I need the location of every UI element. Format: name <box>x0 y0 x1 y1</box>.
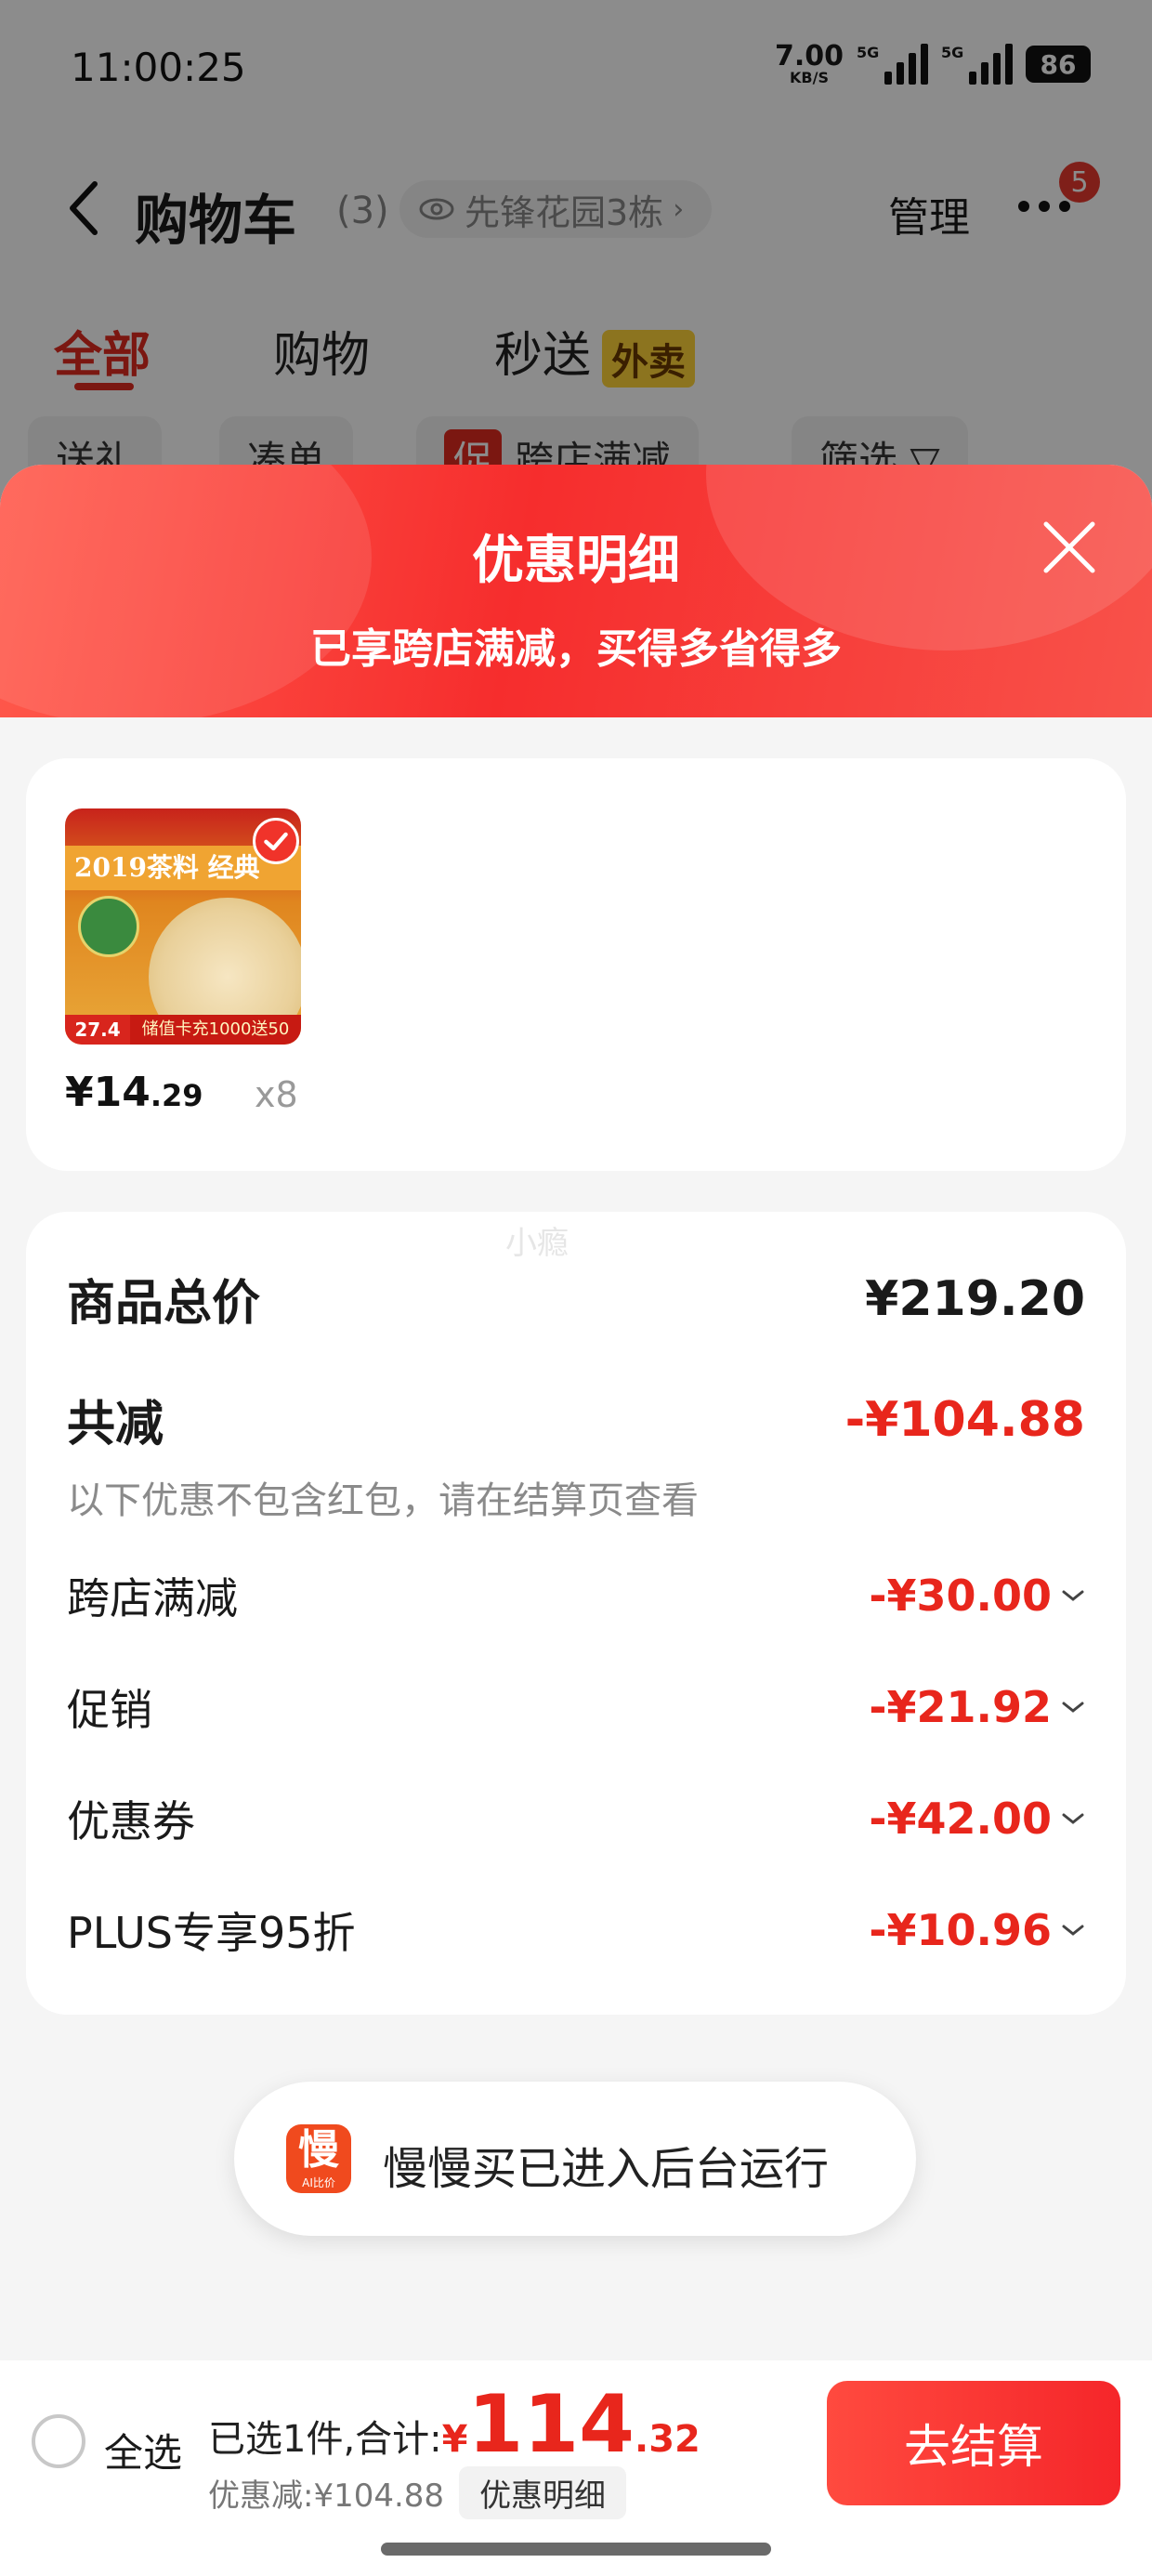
watermark: 小瘾 <box>505 1225 569 1262</box>
total-decimal: .32 <box>635 2418 700 2461</box>
discount-detail-button[interactable]: 优惠明细 <box>459 2466 627 2519</box>
modal-overlay[interactable] <box>0 0 1152 520</box>
discount-summary-text: 优惠减:¥104.88 <box>208 2477 445 2515</box>
selected-text: 已选1件,合计: <box>208 2418 442 2461</box>
product-image-price: 27.4 <box>65 1015 130 1045</box>
product-quantity: x8 <box>255 1074 298 1115</box>
discount-item-label: 促销 <box>67 1685 152 1735</box>
discount-note: 以下优惠不包含红包，请在结算页查看 <box>67 1479 699 1522</box>
seal-graphic <box>78 896 139 957</box>
total-amount: ¥219.20 <box>865 1270 1085 1327</box>
discount-amount: -¥104.88 <box>844 1391 1085 1448</box>
total-integer: 114 <box>467 2378 635 2471</box>
discount-summary: 优惠减:¥104.88 优惠明细 <box>208 2466 627 2519</box>
price-detail-card: 小瘾 商品总价 ¥219.20 共减 -¥104.88 以下优惠不包含红包，请在… <box>26 1212 1126 2015</box>
select-all-checkbox[interactable] <box>32 2414 85 2468</box>
product-card: 2019茶料 经典 27.4 储值卡充1000送50 ¥14.29 x8 <box>26 758 1126 1171</box>
sheet-title: 优惠明细 <box>472 531 680 591</box>
product-image-promo: 储值卡充1000送50 <box>130 1015 301 1045</box>
discount-item-label: 跨店满减 <box>67 1573 238 1623</box>
discount-label: 共减 <box>67 1397 164 1452</box>
discount-item-row[interactable]: PLUS专享95折 -¥10.96 <box>67 1899 1085 1961</box>
checkout-button[interactable]: 去结算 <box>827 2381 1120 2505</box>
discount-item-amount: -¥30.00 <box>869 1571 1052 1621</box>
chevron-down-icon <box>1062 1590 1084 1601</box>
total-row: 商品总价 ¥219.20 <box>67 1264 1085 1334</box>
app-logo-subtext: AI比价 <box>302 2176 335 2189</box>
home-indicator[interactable] <box>381 2543 771 2556</box>
chevron-down-icon <box>1062 1813 1084 1824</box>
close-icon[interactable] <box>1037 515 1102 580</box>
discount-item-amount: -¥10.96 <box>869 1905 1052 1955</box>
app-logo-icon: 慢 AI比价 <box>286 2124 351 2193</box>
chevron-down-icon <box>1062 1925 1084 1936</box>
discount-item-row[interactable]: 促销 -¥21.92 <box>67 1676 1085 1738</box>
total-label: 商品总价 <box>67 1276 261 1332</box>
select-all-label[interactable]: 全选 <box>104 2422 182 2478</box>
check-icon <box>253 818 299 864</box>
app-logo-glyph: 慢 <box>298 2126 339 2174</box>
sheet-subtitle: 已享跨店满减，买得多省得多 <box>310 625 842 673</box>
discount-item-row[interactable]: 跨店满减 -¥30.00 <box>67 1565 1085 1626</box>
discount-item-label: 优惠券 <box>67 1796 195 1847</box>
toast-notification: 慢 AI比价 慢慢买已进入后台运行 <box>234 2082 916 2236</box>
discount-item-amount: -¥42.00 <box>869 1794 1052 1844</box>
sheet-header: 优惠明细 已享跨店满减，买得多省得多 <box>0 465 1152 717</box>
toast-text: 慢慢买已进入后台运行 <box>383 2143 830 2195</box>
chevron-down-icon <box>1062 1702 1084 1713</box>
product-price-decimal: .29 <box>150 1078 203 1113</box>
discount-item-row[interactable]: 优惠券 -¥42.00 <box>67 1788 1085 1849</box>
product-price: ¥14.29 <box>65 1069 203 1116</box>
discount-item-amount: -¥21.92 <box>869 1682 1052 1732</box>
discount-detail-sheet: 优惠明细 已享跨店满减，买得多省得多 2019茶料 经典 27.4 储值卡充10… <box>0 465 1152 2576</box>
currency-symbol: ¥ <box>441 2418 468 2461</box>
total-summary: 已选1件,合计:¥114.32 <box>208 2385 700 2464</box>
discount-row: 共减 -¥104.88 <box>67 1385 1085 1454</box>
discount-item-label: PLUS专享95折 <box>67 1908 356 1958</box>
product-price-main: ¥14 <box>65 1069 151 1116</box>
